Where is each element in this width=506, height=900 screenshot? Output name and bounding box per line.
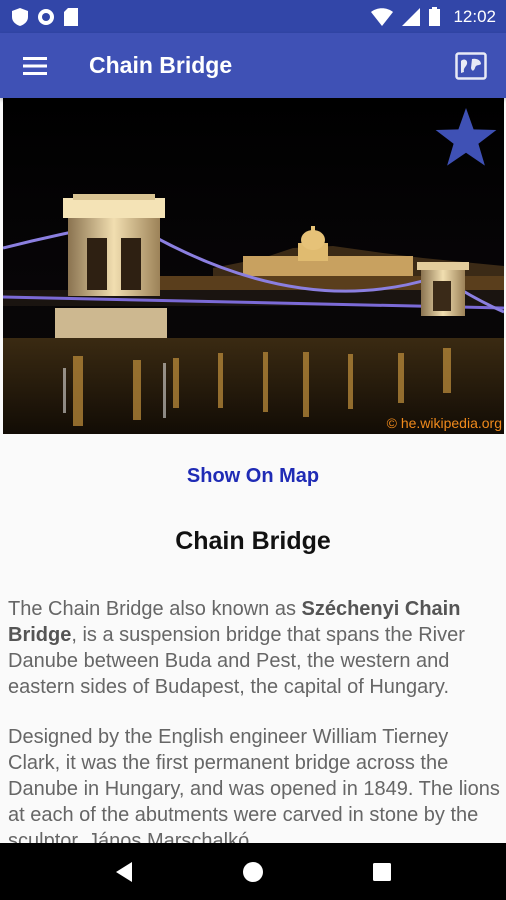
status-system: 12:02 bbox=[371, 7, 496, 27]
home-icon bbox=[242, 861, 263, 882]
photo-credit: © he.wikipedia.org bbox=[386, 415, 502, 431]
sd-card-icon bbox=[64, 7, 78, 26]
bridge-night-image bbox=[3, 98, 504, 434]
signal-icon bbox=[402, 7, 421, 26]
shield-icon bbox=[12, 7, 28, 26]
app-title: Chain Bridge bbox=[89, 52, 233, 78]
star-icon[interactable] bbox=[434, 106, 498, 170]
menu-button[interactable] bbox=[0, 33, 70, 98]
circle-icon bbox=[38, 8, 54, 25]
system-nav-bar bbox=[0, 843, 506, 900]
back-icon bbox=[116, 861, 133, 882]
status-bar: 12:02 bbox=[0, 0, 506, 33]
description-paragraph: Designed by the English engineer William… bbox=[8, 726, 500, 852]
place-description: The Chain Bridge also known as Széchenyi… bbox=[8, 596, 504, 878]
description-paragraph: The Chain Bridge also known as Széchenyi… bbox=[8, 596, 504, 700]
description-text: The Chain Bridge also known as bbox=[8, 598, 302, 620]
show-on-map-link[interactable]: Show On Map bbox=[0, 465, 506, 488]
description-text: , is a suspension bridge that spans the … bbox=[8, 624, 465, 698]
app-bar: Chain Bridge bbox=[0, 33, 506, 98]
battery-icon bbox=[429, 7, 441, 26]
status-time: 12:02 bbox=[453, 6, 496, 26]
map-icon bbox=[455, 51, 487, 80]
recents-icon bbox=[372, 862, 391, 881]
recents-button[interactable] bbox=[352, 843, 412, 900]
status-notifications bbox=[12, 7, 78, 26]
wifi-icon bbox=[371, 7, 394, 26]
place-photo: © he.wikipedia.org bbox=[3, 98, 504, 434]
menu-icon bbox=[23, 56, 47, 75]
map-button[interactable] bbox=[436, 33, 506, 98]
home-button[interactable] bbox=[223, 843, 283, 900]
place-title: Chain Bridge bbox=[175, 527, 331, 555]
back-button[interactable] bbox=[94, 843, 154, 900]
